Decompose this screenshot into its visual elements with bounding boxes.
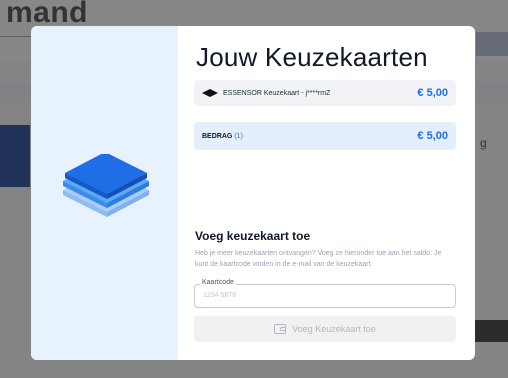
modal-illustration-panel [31, 26, 178, 360]
total-label: BEDRAG [202, 132, 233, 140]
wallet-icon [274, 324, 287, 334]
card-icon [202, 89, 218, 97]
card-code-field: Kaartcode [194, 279, 456, 308]
gift-card-amount: € 5,00 [417, 87, 448, 99]
add-card-help-text: Heb je meer keuzekaarten ontvangen? Voeg… [195, 250, 442, 268]
add-gift-card-button[interactable]: Voeg Keuzekaart toe [194, 316, 456, 342]
card-code-label: Kaartcode [200, 279, 236, 286]
gift-card-modal: Jouw Keuzekaarten ESSENSOR Keuzekaart - … [31, 26, 475, 360]
modal-content: Jouw Keuzekaarten ESSENSOR Keuzekaart - … [178, 26, 475, 360]
modal-title: Jouw Keuzekaarten [196, 42, 428, 72]
card-code-input[interactable] [203, 292, 443, 299]
add-button-label: Voeg Keuzekaart toe [292, 324, 376, 334]
gift-card-row: ESSENSOR Keuzekaart - j****rmZ € 5,00 [194, 80, 456, 106]
total-amount-row: BEDRAG (1) € 5,00 [194, 122, 456, 150]
total-count: (1) [234, 132, 243, 140]
gift-card-name: ESSENSOR Keuzekaart - j****rmZ [223, 89, 331, 97]
add-card-heading: Voeg keuzekaart toe [195, 229, 311, 243]
cards-stack-illustration [63, 154, 149, 217]
total-amount: € 5,00 [417, 130, 448, 142]
